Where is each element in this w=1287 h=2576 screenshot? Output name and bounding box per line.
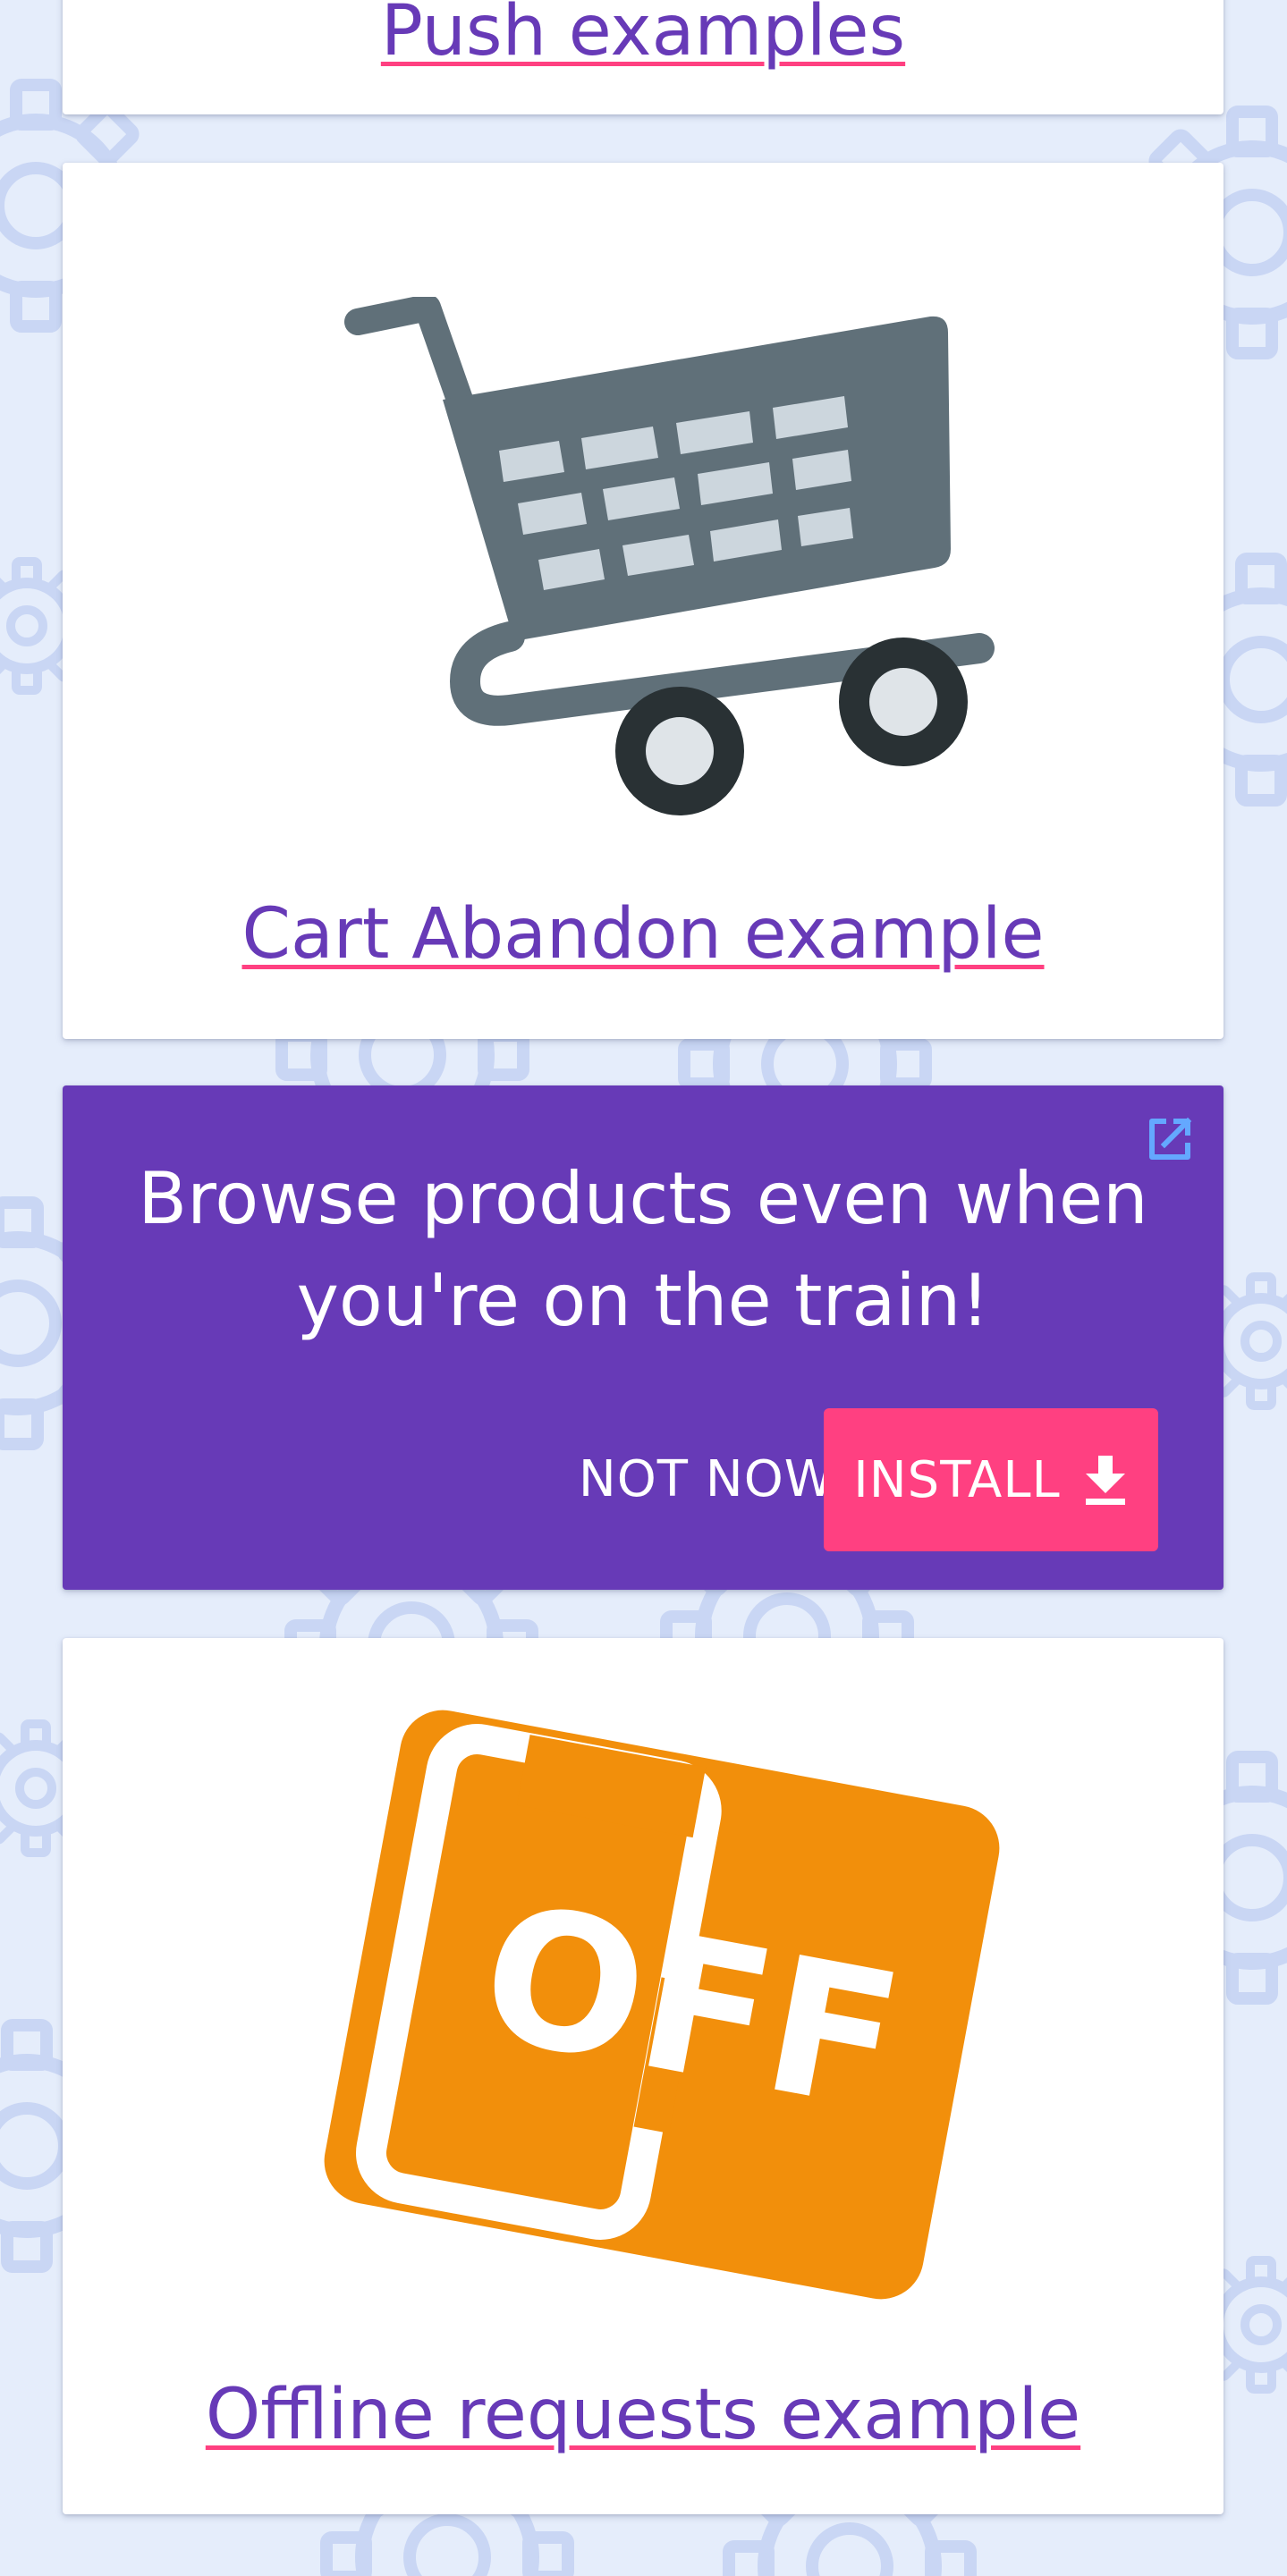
offline-phone-icon: OFF	[324, 1710, 1000, 2300]
push-examples-card: Push examples	[63, 0, 1223, 114]
install-button[interactable]: INSTALL	[824, 1408, 1158, 1551]
install-banner: Browse products even when you're on the …	[63, 1085, 1223, 1590]
not-now-button[interactable]: NOT NOW	[555, 1407, 859, 1550]
shopping-cart-icon	[344, 297, 995, 815]
install-button-label: INSTALL	[853, 1450, 1061, 1509]
offline-requests-card: OFF Offline requests example	[63, 1638, 1223, 2514]
cart-abandon-link[interactable]: Cart Abandon example	[63, 899, 1223, 969]
offline-requests-link[interactable]: Offline requests example	[63, 2380, 1223, 2450]
download-icon	[1085, 1456, 1125, 1505]
open-in-new-icon[interactable]	[1145, 1114, 1195, 1164]
cart-abandon-card: Cart Abandon example	[63, 163, 1223, 1039]
banner-message: Browse products even when you're on the …	[138, 1157, 1148, 1342]
push-examples-link[interactable]: Push examples	[63, 0, 1223, 66]
